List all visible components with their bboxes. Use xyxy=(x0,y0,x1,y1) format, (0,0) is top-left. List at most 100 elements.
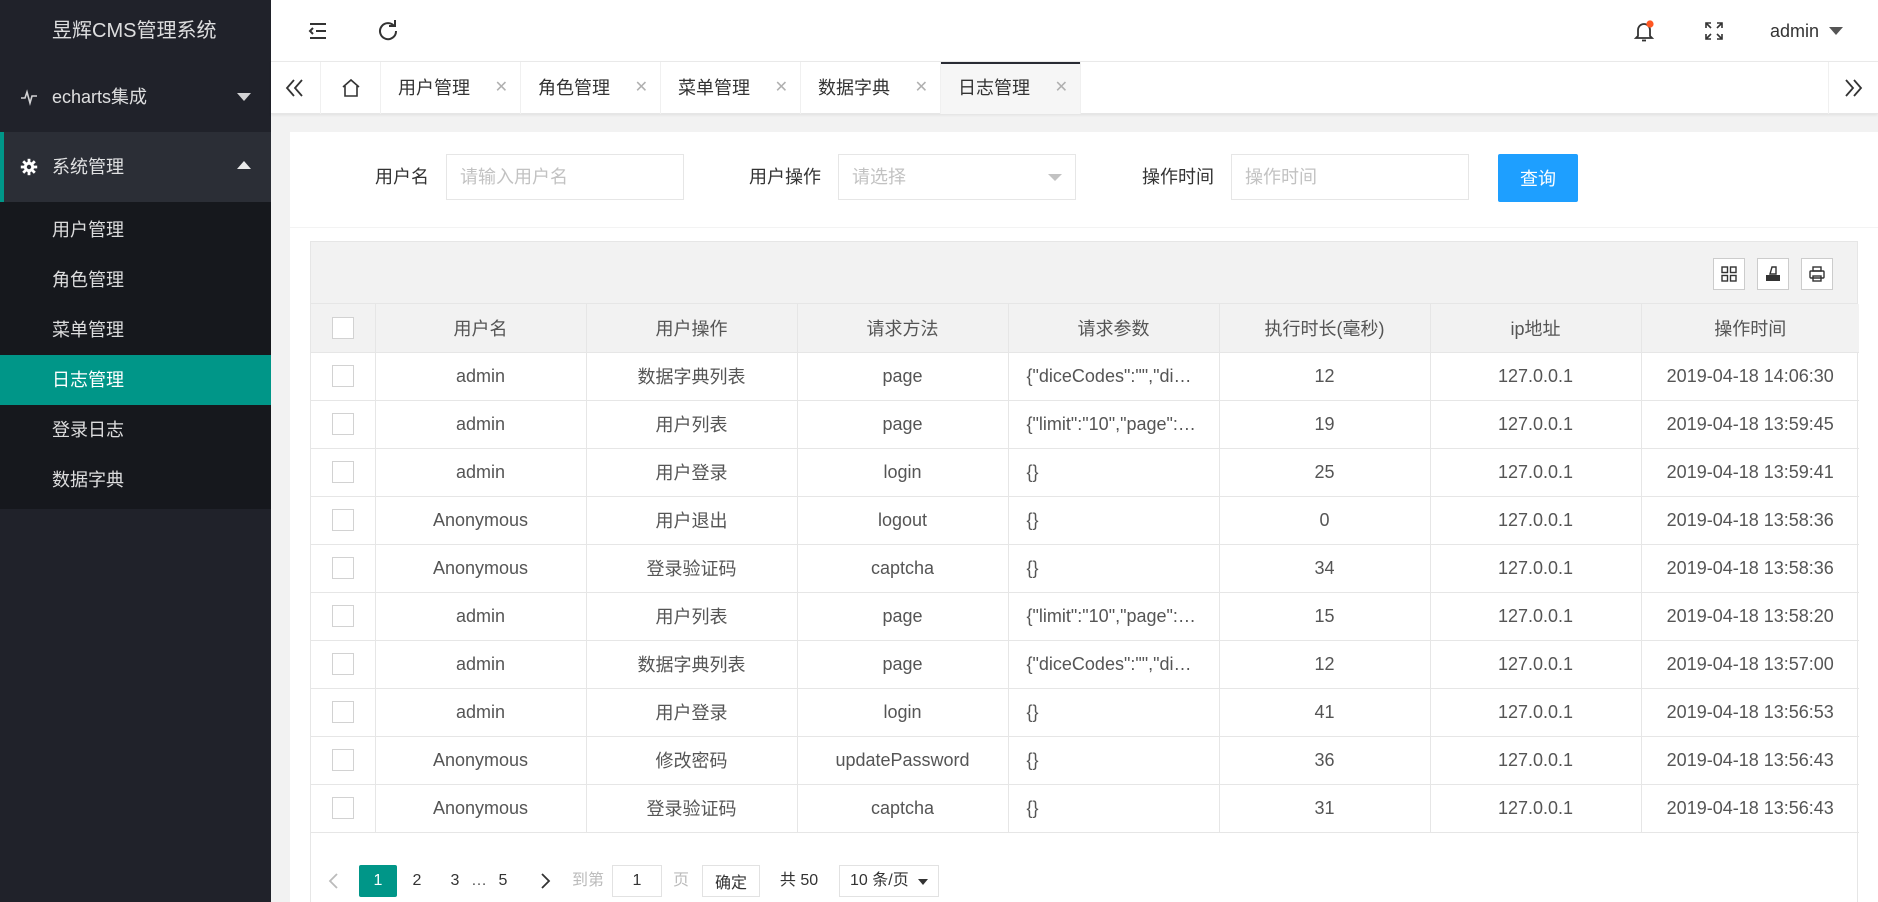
column-header[interactable]: ip地址 xyxy=(1430,304,1642,353)
export-button[interactable] xyxy=(1757,258,1789,290)
table-row[interactable]: Anonymous 修改密码 updatePassword{} 36 127.0.0.1… xyxy=(311,736,1859,785)
chevron-down-icon xyxy=(1048,174,1062,181)
cell-duration: 15 xyxy=(1219,592,1431,641)
row-checkbox[interactable] xyxy=(331,365,354,388)
cell-duration: 34 xyxy=(1219,544,1431,593)
column-header[interactable]: 请求方法 xyxy=(797,304,1009,353)
tab-dictionary[interactable]: 数据字典 ✕ xyxy=(801,62,941,114)
column-header[interactable]: 请求参数 xyxy=(1008,304,1220,353)
close-icon[interactable]: ✕ xyxy=(775,62,788,114)
cell-duration: 0 xyxy=(1219,496,1431,545)
sidebar-item-logs[interactable]: 日志管理 xyxy=(0,355,271,405)
sidebar-item-dictionary[interactable]: 数据字典 xyxy=(0,455,271,505)
tab-logs[interactable]: 日志管理 ✕ xyxy=(941,62,1081,114)
cell-duration: 12 xyxy=(1219,640,1431,689)
tab-roles[interactable]: 角色管理 ✕ xyxy=(521,62,661,114)
row-checkbox[interactable] xyxy=(331,605,354,628)
time-input[interactable] xyxy=(1231,154,1469,200)
chevron-left-icon[interactable] xyxy=(328,873,340,889)
menu-fold-icon[interactable] xyxy=(307,20,329,42)
page-2[interactable]: 2 xyxy=(406,865,428,897)
cell-ip: 127.0.0.1 xyxy=(1430,544,1642,593)
sidebar-item-login-logs[interactable]: 登录日志 xyxy=(0,405,271,455)
cell-method: logout xyxy=(797,496,1009,545)
tab-label: 角色管理 xyxy=(538,78,610,98)
confirm-page-button[interactable]: 确定 xyxy=(702,865,760,897)
fullscreen-icon[interactable] xyxy=(1703,20,1725,42)
operation-label: 用户操作 xyxy=(749,167,821,187)
cell-duration: 25 xyxy=(1219,448,1431,497)
table-row[interactable]: admin数据字典列表page{"diceCodes":"","diceCode… xyxy=(311,640,1859,689)
columns-filter-button[interactable] xyxy=(1713,258,1745,290)
sidebar-item-users[interactable]: 用户管理 xyxy=(0,205,271,255)
username-input[interactable] xyxy=(446,154,684,200)
nav-group-echarts[interactable]: echarts集成 xyxy=(0,62,271,132)
row-checkbox[interactable] xyxy=(331,701,354,724)
operation-select[interactable] xyxy=(838,154,1076,200)
query-button[interactable]: 查询 xyxy=(1498,154,1578,202)
table-row[interactable]: admin 用户登录 login{} 25 127.0.0.1 2019-04-18 13… xyxy=(311,448,1859,497)
table-row[interactable]: Anonymous 登录验证码 captcha{} 31 127.0.0.1 2019-0… xyxy=(311,784,1859,833)
goto-page-input[interactable] xyxy=(612,865,662,897)
nav-group-system[interactable]: 系统管理 xyxy=(0,132,271,202)
row-checkbox[interactable] xyxy=(331,461,354,484)
log-table: 用户名 用户操作 请求方法 请求参数 执行时长(毫秒) ip地址 操作时间 ad… xyxy=(310,241,1859,902)
row-checkbox[interactable] xyxy=(331,749,354,772)
tab-users[interactable]: 用户管理 ✕ xyxy=(381,62,521,114)
cell-duration: 12 xyxy=(1219,352,1431,401)
close-icon[interactable]: ✕ xyxy=(1055,62,1068,114)
sidebar-item-roles[interactable]: 角色管理 xyxy=(0,255,271,305)
cell-username: Anonymous xyxy=(375,736,587,785)
page-1[interactable]: 1 xyxy=(359,865,397,897)
cell-time: 2019-04-18 13:56:43 xyxy=(1641,784,1859,833)
row-checkbox[interactable] xyxy=(331,509,354,532)
cell-method: captcha xyxy=(797,544,1009,593)
cell-ip: 127.0.0.1 xyxy=(1430,592,1642,641)
table-row[interactable]: admin数据字典列表page{"diceCodes":"","diceCode… xyxy=(311,352,1859,401)
tabs-scroll-right[interactable] xyxy=(1828,62,1878,114)
cell-duration: 36 xyxy=(1219,736,1431,785)
user-name: admin xyxy=(1769,21,1819,41)
cell-params: {} xyxy=(1008,736,1220,785)
column-header[interactable]: 用户名 xyxy=(375,304,587,353)
close-icon[interactable]: ✕ xyxy=(915,62,928,114)
cell-username: Anonymous xyxy=(375,784,587,833)
column-header[interactable]: 用户操作 xyxy=(586,304,798,353)
cell-method: login xyxy=(797,688,1009,737)
row-checkbox[interactable] xyxy=(331,413,354,436)
row-select-cell xyxy=(311,496,376,545)
chevron-right-icon[interactable] xyxy=(539,873,551,889)
tab-menus[interactable]: 菜单管理 ✕ xyxy=(661,62,801,114)
select-all-checkbox[interactable] xyxy=(331,316,354,339)
row-checkbox[interactable] xyxy=(331,557,354,580)
tab-home[interactable] xyxy=(321,62,381,114)
tabs-scroll-left[interactable] xyxy=(271,62,321,114)
user-menu[interactable]: admin xyxy=(1770,0,1843,62)
sidebar-item-menus[interactable]: 菜单管理 xyxy=(0,305,271,355)
refresh-icon[interactable] xyxy=(377,20,399,42)
page-5[interactable]: 5 xyxy=(492,865,514,897)
page-3[interactable]: 3 xyxy=(444,865,466,897)
column-header[interactable]: 操作时间 xyxy=(1641,304,1859,353)
grid-icon xyxy=(1721,266,1737,282)
cell-params: {} xyxy=(1008,496,1220,545)
table-row[interactable]: admin 用户列表 page {"limit":"10","page":"1"} 19… xyxy=(311,400,1859,449)
page-size-select[interactable]: 10 条/页 xyxy=(839,865,939,897)
cell-duration: 19 xyxy=(1219,400,1431,449)
cell-time: 2019-04-18 13:57:00 xyxy=(1641,640,1859,689)
row-select-cell xyxy=(311,784,376,833)
column-header[interactable]: 执行时长(毫秒) xyxy=(1219,304,1431,353)
cell-time: 2019-04-18 13:58:36 xyxy=(1641,544,1859,593)
print-button[interactable] xyxy=(1801,258,1833,290)
row-checkbox[interactable] xyxy=(331,797,354,820)
table-row[interactable]: Anonymous 用户退出 logout{} 0 127.0.0.1 2019-04-1… xyxy=(311,496,1859,545)
table-row[interactable]: Anonymous 登录验证码 captcha{} 34 127.0.0.1 2019-0… xyxy=(311,544,1859,593)
row-checkbox[interactable] xyxy=(331,653,354,676)
close-icon[interactable]: ✕ xyxy=(635,62,648,114)
cell-method: captcha xyxy=(797,784,1009,833)
table-row[interactable]: admin 用户列表 page {"limit":"10","page":"1"} 15… xyxy=(311,592,1859,641)
close-icon[interactable]: ✕ xyxy=(495,62,508,114)
bell-icon[interactable] xyxy=(1633,20,1655,42)
table-row[interactable]: admin 用户登录 login{} 41 127.0.0.1 2019-04-18 13… xyxy=(311,688,1859,737)
cell-operation: 用户列表 xyxy=(586,592,798,641)
